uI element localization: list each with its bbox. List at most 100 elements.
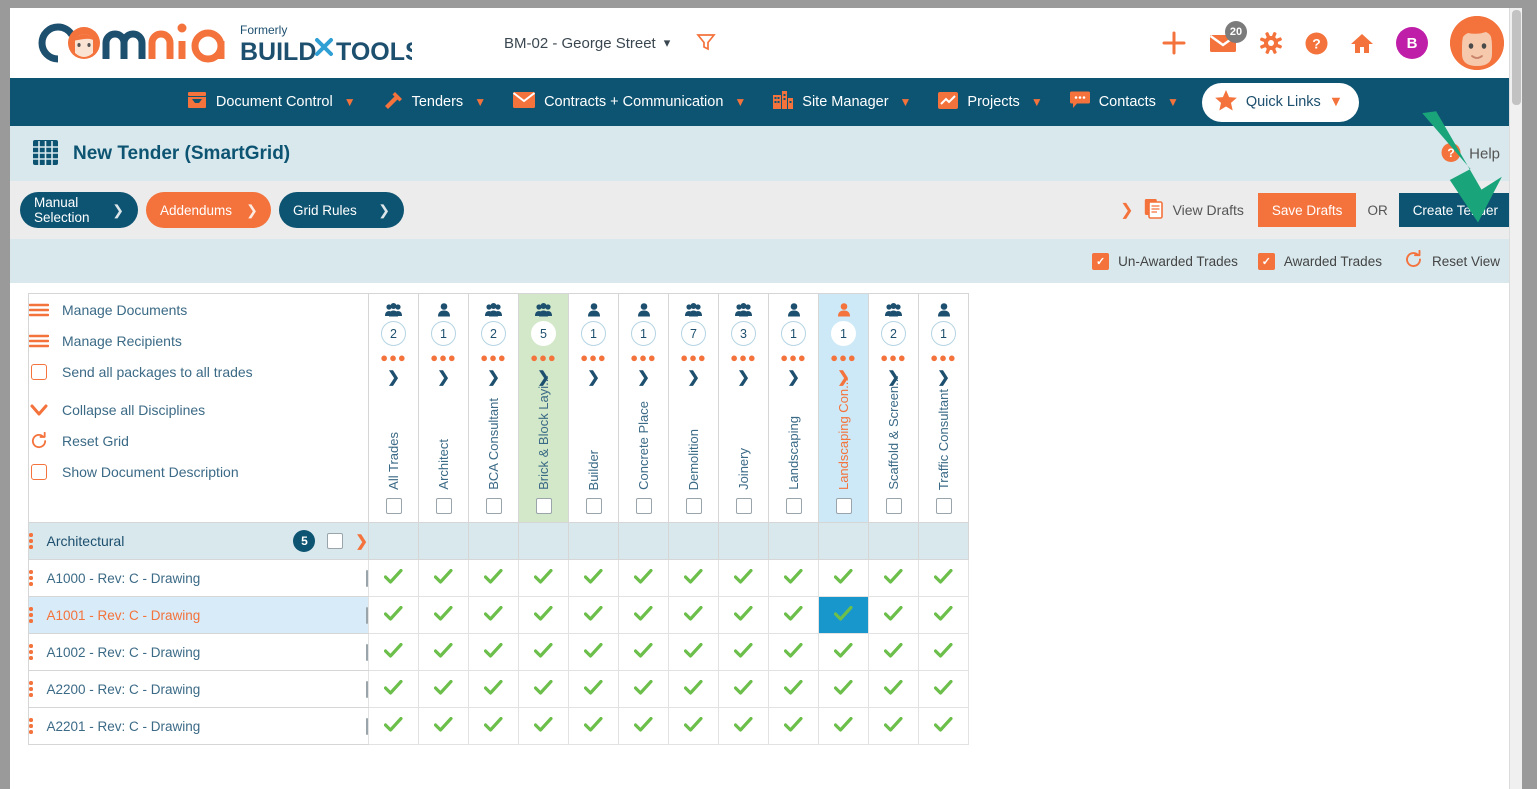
grid-cell[interactable]	[919, 708, 969, 745]
grid-cell[interactable]	[569, 560, 619, 597]
panel-item-show-document-description[interactable]: Show Document Description	[29, 456, 368, 487]
grid-cell[interactable]	[369, 708, 419, 745]
grid-cell[interactable]	[469, 708, 519, 745]
column-checkbox[interactable]	[419, 498, 468, 514]
grid-cell[interactable]	[419, 671, 469, 708]
create-tender-button[interactable]: Create Tender	[1399, 193, 1512, 227]
grid-cell[interactable]	[619, 560, 669, 597]
grid-cell[interactable]	[669, 671, 719, 708]
home-icon[interactable]	[1350, 32, 1374, 55]
document-checkbox[interactable]	[366, 608, 368, 623]
grid-cell[interactable]	[419, 708, 469, 745]
gear-icon[interactable]	[1259, 31, 1283, 55]
column-header-concrete-place[interactable]: 1 ●●● ❯ Concrete Place	[619, 294, 669, 523]
nav-document-control[interactable]: Document Control ▼	[173, 90, 369, 114]
column-header-demolition[interactable]: 7 ●●● ❯ Demolition	[669, 294, 719, 523]
column-header-all-trades[interactable]: 2 ●●● ❯ All Trades	[369, 294, 419, 523]
grid-cell[interactable]	[569, 671, 619, 708]
grid-cell[interactable]	[769, 634, 819, 671]
grid-cell[interactable]	[769, 560, 819, 597]
nav-contracts-communication[interactable]: Contracts + Communication ▼	[499, 91, 759, 113]
discipline-expand-icon[interactable]: ❯	[355, 532, 368, 550]
column-checkbox[interactable]	[619, 498, 668, 514]
grid-cell[interactable]	[819, 708, 869, 745]
panel-item-manage-recipients[interactable]: Manage Recipients	[29, 325, 368, 356]
document-checkbox[interactable]	[366, 571, 368, 586]
panel-item-manage-documents[interactable]: Manage Documents	[29, 294, 368, 325]
grid-cell[interactable]	[419, 597, 469, 634]
column-checkbox[interactable]	[769, 498, 818, 514]
grid-cell[interactable]	[469, 560, 519, 597]
grid-cell[interactable]	[519, 597, 569, 634]
column-checkbox[interactable]	[719, 498, 768, 514]
grid-cell[interactable]	[469, 671, 519, 708]
discipline-architectural[interactable]: Architectural 5 ❯	[29, 523, 369, 560]
grid-cell[interactable]	[719, 671, 769, 708]
grid-cell[interactable]	[669, 560, 719, 597]
nav-site-manager[interactable]: Site Manager ▼	[759, 90, 924, 114]
grid-cell[interactable]	[569, 597, 619, 634]
grid-cell[interactable]	[419, 634, 469, 671]
grid-cell[interactable]	[669, 634, 719, 671]
document-row-2[interactable]: A1002 - Rev: C - Drawing	[29, 634, 369, 671]
save-drafts-button[interactable]: Save Drafts	[1258, 193, 1357, 227]
discipline-checkbox[interactable]	[327, 533, 343, 549]
column-header-landscaping[interactable]: 1 ●●● ❯ Landscaping	[769, 294, 819, 523]
column-header-scaffold-screen-[interactable]: 2 ●●● ❯ Scaffold & Screen...	[869, 294, 919, 523]
document-checkbox[interactable]	[366, 645, 368, 660]
grid-cell[interactable]	[569, 708, 619, 745]
panel-item-collapse-all-disciplines[interactable]: Collapse all Disciplines	[29, 394, 368, 425]
column-checkbox[interactable]	[869, 498, 918, 514]
grid-cell[interactable]	[919, 560, 969, 597]
messages-icon[interactable]: 20	[1209, 32, 1237, 54]
grid-cell[interactable]	[869, 560, 919, 597]
column-checkbox[interactable]	[469, 498, 518, 514]
grid-cell[interactable]	[519, 708, 569, 745]
grid-cell[interactable]	[819, 634, 869, 671]
grid-cell[interactable]	[869, 634, 919, 671]
grid-cell[interactable]	[619, 708, 669, 745]
grid-cell[interactable]	[519, 634, 569, 671]
column-header-architect[interactable]: 1 ●●● ❯ Architect	[419, 294, 469, 523]
project-selector[interactable]: BM-02 - George Street ▾	[504, 35, 670, 52]
grid-cell[interactable]	[419, 560, 469, 597]
grid-cell[interactable]	[369, 671, 419, 708]
grid-cell[interactable]	[869, 671, 919, 708]
step-manual-selection[interactable]: Manual Selection ❯	[20, 192, 138, 228]
step-grid-rules[interactable]: Grid Rules ❯	[279, 192, 404, 228]
column-checkbox[interactable]	[569, 498, 618, 514]
document-checkbox[interactable]	[366, 682, 368, 697]
grid-cell[interactable]	[369, 560, 419, 597]
grid-cell[interactable]	[769, 708, 819, 745]
grid-cell[interactable]	[569, 634, 619, 671]
grid-cell[interactable]	[919, 671, 969, 708]
grid-cell[interactable]	[619, 634, 669, 671]
help-circle-icon[interactable]: ?	[1305, 32, 1328, 55]
view-drafts-button[interactable]: View Drafts	[1144, 198, 1244, 222]
grid-cell[interactable]	[819, 560, 869, 597]
document-row-4[interactable]: A2201 - Rev: C - Drawing	[29, 708, 369, 745]
grid-cell[interactable]	[369, 597, 419, 634]
quick-links-button[interactable]: Quick Links ▼	[1202, 83, 1359, 122]
column-checkbox[interactable]	[819, 498, 868, 514]
column-header-traffic-consultant[interactable]: 1 ●●● ❯ Traffic Consultant	[919, 294, 969, 523]
column-header-joinery[interactable]: 3 ●●● ❯ Joinery	[719, 294, 769, 523]
grid-cell[interactable]	[519, 671, 569, 708]
commnia-logo[interactable]: Formerly BUILD TOOLS	[22, 17, 412, 69]
grid-cell[interactable]	[769, 671, 819, 708]
document-checkbox[interactable]	[366, 719, 368, 734]
grid-cell[interactable]	[669, 708, 719, 745]
step-addendums[interactable]: Addendums ❯	[146, 192, 271, 228]
grid-cell[interactable]	[869, 708, 919, 745]
grid-cell[interactable]	[469, 634, 519, 671]
grid-cell[interactable]	[819, 671, 869, 708]
document-row-3[interactable]: A2200 - Rev: C - Drawing	[29, 671, 369, 708]
grid-cell[interactable]	[619, 671, 669, 708]
scrollbar-thumb[interactable]	[1512, 10, 1521, 105]
nav-contacts[interactable]: Contacts ▼	[1056, 91, 1192, 113]
grid-cell[interactable]	[719, 560, 769, 597]
panel-item-send-all-packages-to-all-trades[interactable]: Send all packages to all trades	[29, 356, 368, 387]
grid-cell[interactable]	[719, 708, 769, 745]
column-header-landscaping-con-[interactable]: 1 ●●● ❯ Landscaping Con...	[819, 294, 869, 523]
reset-view-button[interactable]: Reset View	[1404, 250, 1500, 272]
